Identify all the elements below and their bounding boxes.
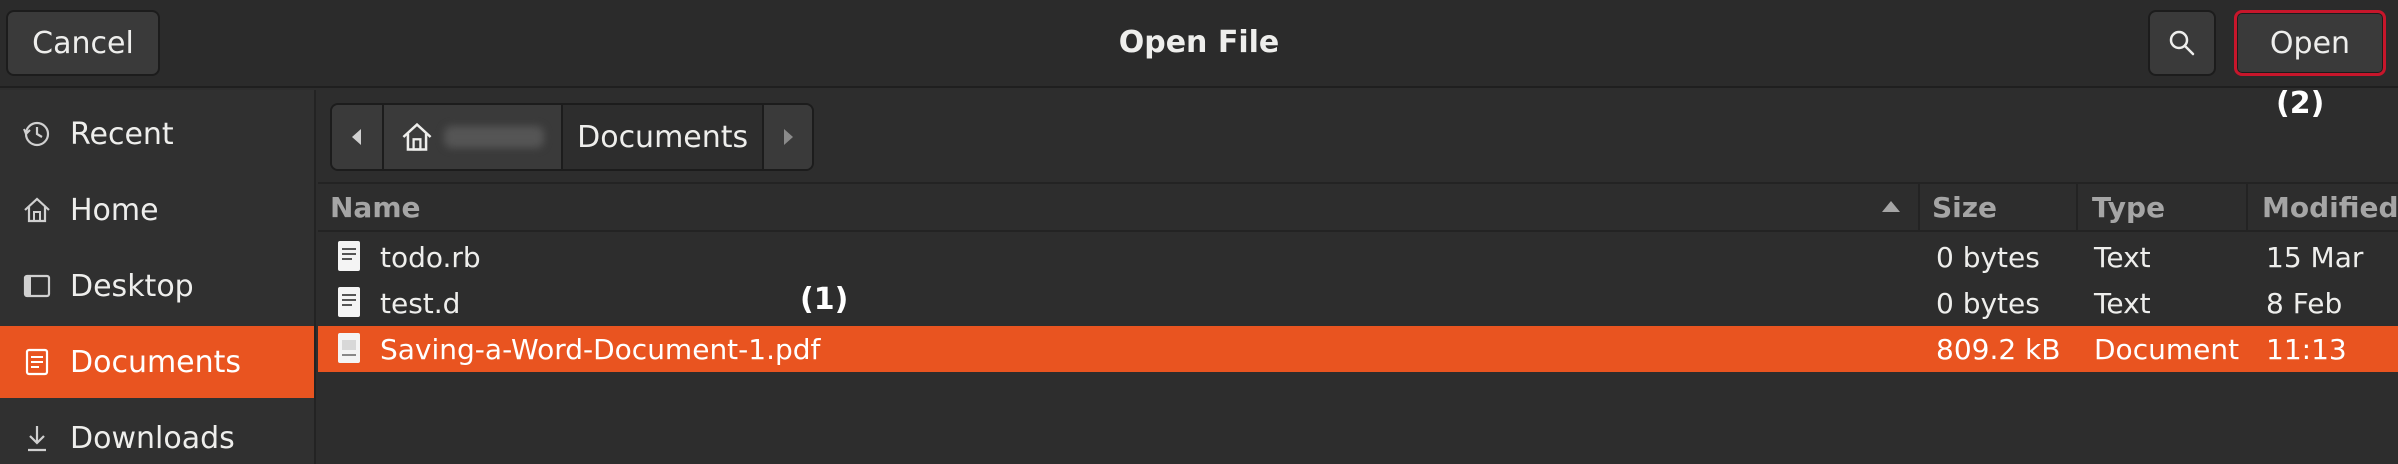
sidebar-item-label: Recent bbox=[70, 116, 174, 152]
table-row[interactable]: todo.rb 0 bytes Text 15 Mar bbox=[318, 234, 2398, 280]
file-name: Saving-a-Word-Document-1.pdf bbox=[380, 332, 821, 366]
list-header: Name Size Type Modified bbox=[318, 182, 2398, 232]
file-modified: 8 Feb bbox=[2266, 286, 2343, 320]
file-name: todo.rb bbox=[380, 240, 481, 274]
path-forward-button[interactable] bbox=[762, 105, 812, 169]
path-back-button[interactable] bbox=[332, 105, 382, 169]
column-header-modified[interactable]: Modified bbox=[2262, 184, 2398, 230]
column-header-size[interactable]: Size bbox=[1932, 184, 1997, 230]
column-header-name[interactable]: Name bbox=[330, 184, 421, 230]
sort-ascending-icon bbox=[1882, 201, 1900, 212]
file-type: Document bbox=[2094, 332, 2240, 366]
search-button[interactable] bbox=[2148, 10, 2216, 76]
text-file-icon bbox=[338, 241, 360, 271]
home-icon bbox=[20, 193, 54, 227]
file-modified: 15 Mar bbox=[2266, 240, 2364, 274]
file-size: 0 bytes bbox=[1936, 240, 2040, 274]
cancel-button[interactable]: Cancel bbox=[6, 10, 160, 76]
file-size: 0 bytes bbox=[1936, 286, 2040, 320]
annotation-1: (1) bbox=[800, 282, 849, 317]
sidebar-item-label: Documents bbox=[70, 344, 242, 380]
text-file-icon bbox=[338, 287, 360, 317]
file-name: test.d bbox=[380, 286, 461, 320]
sidebar-item-recent[interactable]: Recent bbox=[0, 98, 314, 170]
table-row-selected[interactable]: Saving-a-Word-Document-1.pdf 809.2 kB Do… bbox=[318, 326, 2398, 372]
header-bar: Cancel Open File Open bbox=[0, 0, 2398, 88]
sidebar-item-desktop[interactable]: Desktop bbox=[0, 250, 314, 322]
path-segment-label: Documents bbox=[577, 119, 749, 155]
desktop-icon bbox=[20, 269, 54, 303]
home-icon bbox=[402, 122, 432, 151]
chevron-right-icon bbox=[784, 129, 794, 145]
pdf-file-icon bbox=[338, 333, 360, 363]
search-icon bbox=[2169, 30, 2195, 56]
file-chooser-window: Cancel Open File Open (2) Recent Home De… bbox=[0, 0, 2398, 464]
table-row[interactable]: test.d 0 bytes Text 8 Feb bbox=[318, 280, 2398, 326]
path-home-button[interactable] bbox=[381, 105, 564, 169]
clock-icon bbox=[20, 117, 54, 151]
sidebar-item-label: Desktop bbox=[70, 268, 194, 304]
file-type: Text bbox=[2094, 240, 2151, 274]
column-header-type[interactable]: Type bbox=[2092, 184, 2165, 230]
path-documents-button[interactable]: Documents bbox=[563, 105, 763, 169]
file-type: Text bbox=[2094, 286, 2151, 320]
annotation-2: (2) bbox=[2276, 86, 2325, 121]
column-divider bbox=[1918, 184, 1920, 230]
sidebar-item-home[interactable]: Home bbox=[0, 174, 314, 246]
column-divider bbox=[2246, 184, 2248, 230]
column-divider bbox=[2076, 184, 2078, 230]
document-icon bbox=[20, 345, 54, 379]
download-icon bbox=[20, 421, 54, 455]
chevron-left-icon bbox=[351, 129, 361, 145]
sidebar-item-label: Downloads bbox=[70, 420, 235, 456]
file-modified: 11:13 bbox=[2266, 332, 2347, 366]
path-bar: Documents bbox=[330, 103, 814, 171]
open-button-label: Open bbox=[2269, 25, 2351, 61]
sidebar-item-documents[interactable]: Documents bbox=[0, 326, 314, 398]
dialog-title: Open File bbox=[1118, 24, 1280, 60]
sidebar-item-downloads[interactable]: Downloads bbox=[0, 402, 314, 464]
file-list[interactable]: Name Size Type Modified todo.rb 0 bytes … bbox=[318, 182, 2398, 464]
redacted-username bbox=[443, 126, 544, 148]
places-sidebar: Recent Home Desktop Documents Downloads bbox=[0, 90, 316, 464]
cancel-button-label: Cancel bbox=[32, 25, 134, 61]
sidebar-item-label: Home bbox=[70, 192, 159, 228]
open-button[interactable]: Open bbox=[2234, 10, 2386, 76]
file-size: 809.2 kB bbox=[1936, 332, 2061, 366]
